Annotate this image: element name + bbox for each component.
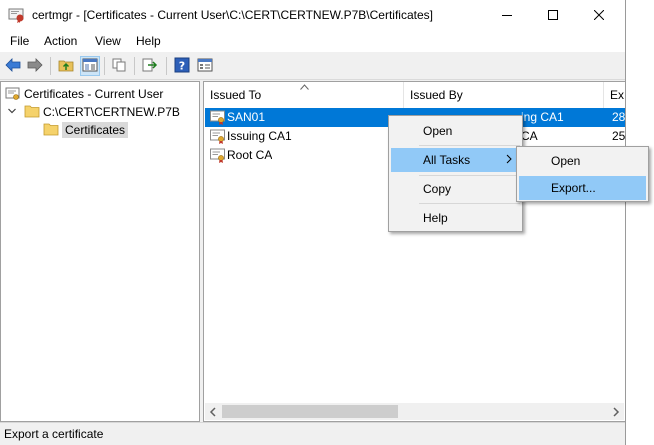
context-separator [419,175,520,176]
all-tasks-submenu: Open Export... [516,146,649,202]
context-all-tasks[interactable]: All Tasks [391,148,520,172]
folder-icon [43,122,59,138]
tree-item-p7b-file[interactable]: C:\CERT\CERTNEW.P7B [7,103,180,121]
context-copy[interactable]: Copy [391,177,520,201]
column-expiration-label: Ex [610,88,625,102]
expand-chevron-icon[interactable] [7,105,19,119]
up-one-level-button[interactable] [56,56,76,76]
toolbar-separator [104,57,105,75]
cell-issued-to: Root CA [227,148,273,162]
minimize-button[interactable] [484,0,530,30]
cell-expiration: 25 [612,129,626,143]
cell-issued-to: Issuing CA1 [227,129,292,143]
submenu-open[interactable]: Open [519,149,646,173]
status-text: Export a certificate [4,427,104,441]
svg-text:?: ? [179,59,185,72]
menu-file[interactable]: File [10,34,29,48]
properties-view-icon [197,58,213,75]
close-button[interactable] [576,0,622,30]
context-open[interactable]: Open [391,119,520,143]
forward-arrow-icon [27,57,43,75]
certificate-icon [210,129,226,144]
toolbar-separator [166,57,167,75]
export-list-icon [142,58,158,75]
back-arrow-icon [5,57,21,75]
horizontal-scrollbar[interactable] [205,403,624,420]
tree-root-label: Certificates - Current User [24,87,164,101]
certificate-store-icon [5,86,21,102]
copy-icon [111,58,127,75]
menu-action[interactable]: Action [44,34,77,48]
context-help[interactable]: Help [391,206,520,230]
menu-view[interactable]: View [95,34,121,48]
tree-certificates-label: Certificates [62,122,129,138]
tree-item-certificates[interactable]: Certificates [43,121,129,139]
certmgr-app-icon [8,7,26,23]
title-bar[interactable]: certmgr - [Certificates - Current User\C… [0,0,625,30]
cell-issued-to: SAN01 [227,110,266,124]
minimize-icon [502,10,512,20]
menu-bar: File Action View Help [0,30,625,52]
help-button[interactable]: ? [172,56,192,76]
context-separator [419,145,520,146]
tree-p7b-label: C:\CERT\CERTNEW.P7B [43,105,180,119]
toolbar-separator [50,57,51,75]
tree-item-root[interactable]: Certificates - Current User [5,85,163,103]
scrollbar-thumb[interactable] [222,405,398,418]
submenu-export[interactable]: Export... [519,176,646,200]
console-tree[interactable]: Certificates - Current User C:\CERT\CERT… [0,81,200,422]
column-issued-by-label: Issued By [410,88,463,102]
maximize-button[interactable] [530,0,576,30]
show-hide-tree-icon [82,58,98,75]
column-issued-by[interactable]: Issued By [404,82,604,108]
context-menu: Open All Tasks Copy Help [388,115,523,232]
help-icon: ? [174,57,190,76]
certmgr-window: certmgr - [Certificates - Current User\C… [0,0,626,445]
export-list-button[interactable] [140,56,160,76]
column-expiration[interactable]: Ex [604,82,625,108]
column-issued-to-label: Issued To [210,88,262,102]
toolbar-separator [134,57,135,75]
show-hide-console-tree-button[interactable] [80,56,100,76]
cell-expiration: 28 [612,110,626,124]
cell-issued-by: CA [521,129,538,143]
certificate-icon [210,110,226,125]
context-all-tasks-label: All Tasks [423,153,471,167]
certificate-icon [210,148,226,163]
status-bar: Export a certificate [0,422,625,445]
scroll-right-icon[interactable] [612,406,620,420]
toolbar: ? [0,52,625,80]
sort-ascending-icon [300,82,309,92]
up-folder-icon [58,58,74,75]
menu-help[interactable]: Help [136,34,161,48]
folder-icon [24,104,40,120]
cell-issued-by: ing CA1 [521,110,564,124]
copy-button[interactable] [109,56,129,76]
submenu-chevron-icon [506,154,512,167]
properties-view-button[interactable] [195,56,215,76]
scroll-left-icon[interactable] [209,406,217,420]
window-title: certmgr - [Certificates - Current User\C… [32,8,433,22]
close-icon [594,10,604,20]
back-button[interactable] [3,56,23,76]
forward-button[interactable] [25,56,45,76]
maximize-icon [548,10,558,20]
context-separator [419,203,520,204]
